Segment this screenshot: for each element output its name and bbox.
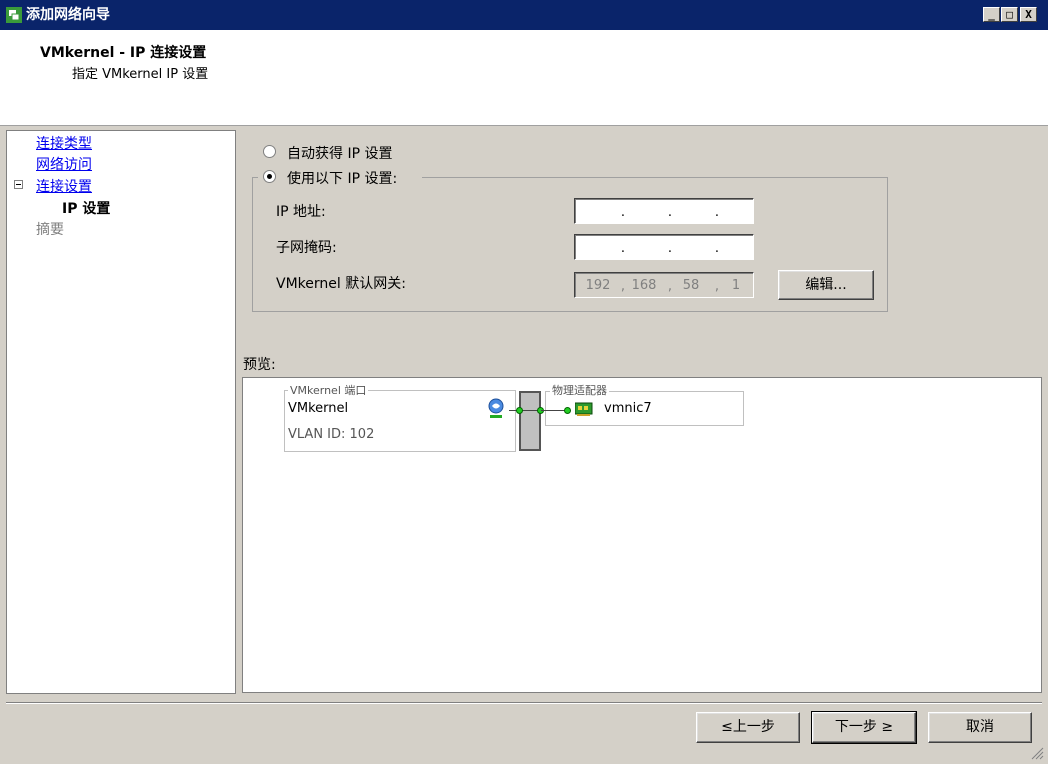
gateway-octet-1: 192 <box>585 278 611 293</box>
gateway-input: 192 , 168 , 58 , 1 <box>574 272 754 298</box>
gateway-octet-4: 1 <box>731 278 741 293</box>
gateway-label: VMkernel 默认网关: <box>276 276 406 292</box>
page-title: VMkernel - IP 连接设置 <box>40 45 207 61</box>
auto-ip-radio[interactable] <box>263 145 276 158</box>
manual-ip-radio[interactable] <box>263 170 276 183</box>
ip-address-input[interactable]: . . . <box>574 198 754 224</box>
ip-address-label: IP 地址: <box>276 204 326 220</box>
nav-step-connection-settings[interactable]: 连接设置 <box>36 176 92 196</box>
port-group-legend: VMkernel 端口 <box>288 382 369 398</box>
vmkernel-port-box[interactable] <box>284 390 516 452</box>
vmkernel-port-icon <box>487 398 505 420</box>
title-bar <box>0 0 1048 30</box>
edit-gateway-button[interactable]: 编辑... <box>778 270 874 300</box>
subnet-mask-label: 子网掩码: <box>276 240 337 256</box>
nav-step-ip-settings-current: IP 设置 <box>62 201 111 217</box>
next-button[interactable]: 下一步 ≥ <box>811 711 917 744</box>
nav-step-connection-type[interactable]: 连接类型 <box>36 133 92 153</box>
resize-grip-icon[interactable] <box>1030 746 1044 760</box>
cancel-button[interactable]: 取消 <box>928 712 1032 743</box>
nic-icon <box>574 402 595 417</box>
preview-label: 预览: <box>243 357 276 373</box>
connector-line <box>541 410 565 411</box>
vswitch-bar <box>519 391 541 451</box>
collapse-toggle-icon[interactable] <box>14 180 23 189</box>
gateway-octet-3: 58 <box>682 278 700 293</box>
nav-step-summary: 摘要 <box>36 222 64 238</box>
adapter-connection-dot <box>564 407 571 414</box>
page-subtitle: 指定 VMkernel IP 设置 <box>72 67 209 82</box>
window-title: 添加网络向导 <box>26 7 110 23</box>
vlan-id: VLAN ID: 102 <box>288 427 375 442</box>
port-name: VMkernel <box>288 401 349 416</box>
manual-ip-label[interactable]: 使用以下 IP 设置: <box>287 168 397 188</box>
close-button[interactable]: X <box>1020 7 1037 22</box>
gateway-octet-2: 168 <box>631 278 657 293</box>
adapter-legend: 物理适配器 <box>550 382 609 398</box>
adapter-name: vmnic7 <box>604 401 652 416</box>
minimize-button[interactable]: _ <box>983 7 1000 22</box>
footer-separator <box>6 702 1042 704</box>
nav-step-network-access[interactable]: 网络访问 <box>36 154 92 174</box>
wizard-app-icon <box>6 7 22 23</box>
wizard-steps-panel <box>6 130 236 694</box>
back-button[interactable]: ≤上一步 <box>696 712 800 743</box>
port-connection-dot <box>516 407 523 414</box>
subnet-mask-input[interactable]: . . . <box>574 234 754 260</box>
auto-ip-label[interactable]: 自动获得 IP 设置 <box>287 143 392 163</box>
maximize-button[interactable]: □ <box>1001 7 1018 22</box>
